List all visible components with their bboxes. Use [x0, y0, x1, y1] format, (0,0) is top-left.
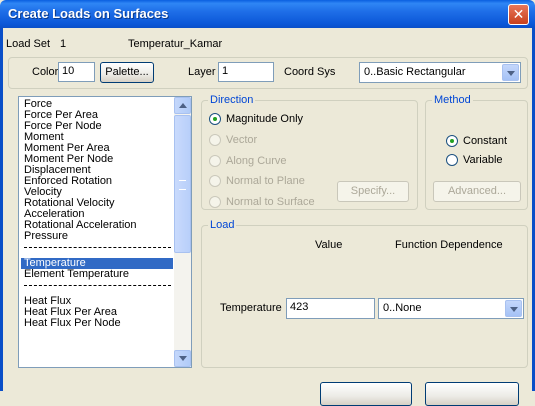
- coordsys-label: Coord Sys: [284, 66, 336, 78]
- list-item[interactable]: Element Temperature: [21, 269, 173, 280]
- window-frame-left: [0, 28, 3, 391]
- method-radio-variable[interactable]: Variable: [446, 154, 503, 167]
- palette-button[interactable]: Palette...: [100, 62, 154, 83]
- color-label: Color: [32, 66, 59, 78]
- chevron-down-icon[interactable]: [505, 300, 522, 317]
- direction-radio-normal-to-plane[interactable]: Normal to Plane: [209, 175, 305, 188]
- color-field[interactable]: 10: [58, 62, 95, 82]
- load-type-list[interactable]: Force Force Per Area Force Per Node Moment M…: [18, 96, 192, 368]
- layer-field[interactable]: 1: [218, 62, 274, 82]
- load-set-id: 1: [60, 38, 67, 50]
- cancel-button[interactable]: [425, 382, 519, 406]
- window-title: Create Loads on Surfaces: [8, 6, 169, 21]
- layer-label: Layer: [188, 66, 216, 78]
- radio-circle-icon: [209, 134, 221, 146]
- scroll-down-icon[interactable]: [174, 350, 191, 367]
- radio-label: Magnitude Only: [226, 113, 304, 125]
- coordsys-select[interactable]: 0..Basic Rectangular: [359, 62, 521, 83]
- function-header: Function Dependence: [395, 239, 503, 251]
- close-button[interactable]: ✕: [508, 4, 529, 25]
- scroll-up-icon[interactable]: [174, 97, 191, 114]
- radio-label: Vector: [226, 134, 258, 146]
- radio-label: Normal to Surface: [226, 196, 315, 208]
- ok-button[interactable]: [320, 382, 412, 406]
- advanced-button[interactable]: Advanced...: [433, 181, 521, 202]
- radio-label: Normal to Plane: [226, 175, 305, 187]
- radio-circle-icon: [209, 196, 221, 208]
- close-icon: ✕: [512, 6, 525, 22]
- chevron-down-icon[interactable]: [502, 64, 519, 81]
- list-item[interactable]: Heat Flux Per Node: [21, 318, 173, 329]
- method-radio-constant[interactable]: Constant: [446, 135, 507, 148]
- list-item[interactable]: Pressure: [21, 231, 173, 242]
- load-type-items: Force Force Per Area Force Per Node Moment M…: [21, 99, 173, 329]
- direction-radio-along-curve[interactable]: Along Curve: [209, 155, 287, 168]
- scroll-thumb[interactable]: [174, 115, 191, 253]
- value-header: Value: [315, 239, 343, 251]
- direction-radio-normal-to-surface[interactable]: Normal to Surface: [209, 196, 315, 209]
- radio-label: Along Curve: [226, 155, 287, 167]
- specify-button[interactable]: Specify...: [337, 181, 409, 202]
- load-set-name: Temperatur_Kamar: [128, 38, 223, 50]
- coordsys-value: 0..Basic Rectangular: [364, 66, 466, 78]
- direction-radio-magnitude-only[interactable]: Magnitude Only: [209, 113, 303, 126]
- radio-circle-icon: [209, 155, 221, 167]
- direction-radio-vector[interactable]: Vector: [209, 134, 257, 147]
- title-bar: Create Loads on Surfaces ✕: [0, 0, 535, 28]
- radio-circle-icon: [209, 113, 221, 125]
- temperature-label: Temperature: [220, 302, 282, 314]
- temperature-value-field[interactable]: 423: [286, 298, 375, 319]
- list-scrollbar[interactable]: [174, 97, 191, 367]
- direction-title: Direction: [208, 94, 256, 106]
- function-dependence-value: 0..None: [383, 302, 422, 314]
- radio-label: Variable: [463, 154, 503, 166]
- radio-circle-icon: [446, 135, 458, 147]
- radio-circle-icon: [209, 175, 221, 187]
- method-title: Method: [432, 94, 473, 106]
- radio-label: Constant: [463, 135, 508, 147]
- load-title: Load: [208, 219, 237, 231]
- radio-circle-icon: [446, 154, 458, 166]
- function-dependence-select[interactable]: 0..None: [378, 298, 524, 319]
- load-set-label: Load Set: [6, 38, 51, 50]
